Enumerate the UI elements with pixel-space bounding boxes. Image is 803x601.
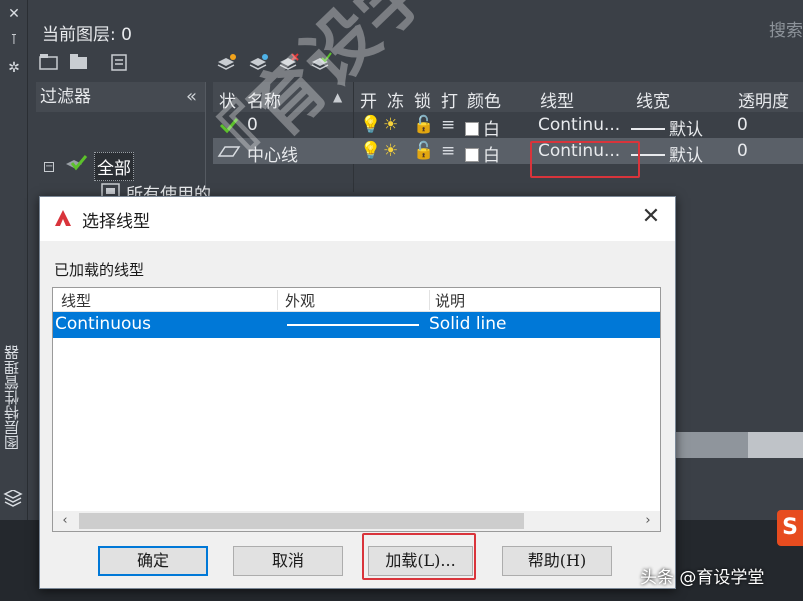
layer-row[interactable]: 0 💡 ☀ 🔓 ≡ 白 Continu... 默认 0 — [213, 112, 803, 140]
col-color[interactable]: 颜色 — [467, 87, 501, 112]
layer-transparency[interactable]: 0 — [737, 115, 748, 135]
autocad-logo-icon — [55, 210, 71, 226]
collapse-filter-button[interactable]: « — [186, 82, 197, 112]
col-name[interactable]: 名称 — [247, 87, 281, 112]
sort-up-icon[interactable]: ▲ — [333, 90, 342, 104]
palette-side-strip: ✕ ⊺ ✲ 图层特性管理器 — [0, 0, 28, 601]
scroll-left-icon[interactable]: ‹ — [55, 511, 75, 531]
scrollbar-thumb[interactable] — [673, 432, 748, 458]
layer-color[interactable]: 白 — [465, 141, 500, 166]
column-divider — [429, 290, 430, 310]
all-layers-filter-icon — [66, 155, 88, 171]
source-credit: 头条 @育设学堂 — [640, 568, 765, 588]
col-lineweight[interactable]: 线宽 — [636, 87, 670, 112]
linetype-list: 线型 外观 说明 Continuous Solid line ‹ › — [52, 287, 661, 532]
dialog-title: 选择线型 — [82, 212, 150, 232]
settings-icon[interactable]: ✲ — [6, 60, 22, 76]
layer-color[interactable]: 白 — [465, 115, 500, 140]
plot-printer-icon[interactable]: ≡ — [441, 141, 455, 161]
col-on[interactable]: 开 — [360, 87, 377, 112]
scrollbar-thumb[interactable] — [79, 513, 524, 529]
load-button-highlight-box — [362, 533, 476, 580]
new-group-filter-icon[interactable] — [68, 52, 90, 72]
new-layer-icon[interactable] — [216, 52, 238, 72]
linetype-name: Continuous — [55, 314, 152, 334]
plot-printer-icon[interactable]: ≡ — [441, 115, 455, 135]
palette-title: 图层特性管理器 — [3, 345, 21, 450]
pin-icon[interactable]: ⊺ — [6, 32, 22, 48]
layer-color-label: 白 — [483, 146, 500, 166]
cancel-button[interactable]: 取消 — [233, 546, 343, 576]
current-layer-label: 当前图层: 0 — [42, 25, 132, 45]
layer-icon — [217, 146, 241, 157]
list-horizontal-scrollbar[interactable]: ‹ › — [53, 511, 660, 531]
ok-button[interactable]: 确定 — [98, 546, 208, 576]
layer-table-header: 状 名称 ▲ 开 冻 锁 打 颜色 线型 线宽 透明度 — [213, 82, 803, 112]
unlock-icon[interactable]: 🔓 — [413, 141, 434, 161]
layer-linetype[interactable]: Continu... — [538, 115, 620, 135]
layer-states-icon[interactable] — [108, 52, 130, 72]
close-icon[interactable]: ✕ — [639, 205, 663, 229]
linetype-description: Solid line — [429, 314, 507, 334]
select-linetype-dialog: 选择线型 ✕ 已加载的线型 线型 外观 说明 Continuous Solid … — [39, 196, 676, 589]
sun-thawed-icon[interactable]: ☀ — [383, 115, 398, 135]
layer-table-scrollbar[interactable] — [673, 432, 803, 458]
col-plot[interactable]: 打 — [441, 87, 458, 112]
col-lock[interactable]: 锁 — [414, 87, 431, 112]
col-transparency[interactable]: 透明度 — [738, 87, 789, 112]
new-property-filter-icon[interactable] — [38, 52, 60, 72]
filter-header: 过滤器 « — [36, 82, 205, 112]
source-logo-icon: S — [777, 510, 803, 546]
list-item[interactable]: Continuous Solid line — [53, 312, 660, 338]
layer-table: 状 名称 ▲ 开 冻 锁 打 颜色 线型 线宽 透明度 0 💡 ☀ 🔓 ≡ 白 … — [213, 82, 803, 192]
layer-transparency[interactable]: 0 — [737, 141, 748, 161]
lightbulb-on-icon[interactable]: 💡 — [360, 141, 381, 161]
layer-lineweight[interactable]: 默认 — [631, 141, 703, 166]
layers-icon — [3, 490, 23, 507]
delete-layer-icon[interactable] — [278, 52, 300, 72]
tree-collapse-toggle[interactable]: − — [44, 162, 54, 172]
layer-lineweight-label: 默认 — [669, 146, 703, 166]
list-header: 线型 外观 说明 — [53, 288, 660, 312]
help-button[interactable]: 帮助(H) — [502, 546, 612, 576]
filter-header-label: 过滤器 — [40, 87, 91, 107]
sun-thawed-icon[interactable]: ☀ — [383, 141, 398, 161]
layer-row-selected[interactable]: 中心线 💡 ☀ 🔓 ≡ 白 Continu... 默认 0 — [213, 138, 803, 166]
col-linetype[interactable]: 线型 — [61, 290, 91, 311]
layer-lineweight-label: 默认 — [669, 120, 703, 140]
layer-lineweight[interactable]: 默认 — [631, 115, 703, 140]
col-appearance[interactable]: 外观 — [285, 290, 315, 311]
linetype-highlight-box — [530, 141, 640, 178]
close-icon[interactable]: ✕ — [6, 6, 22, 22]
search-layers-input[interactable]: 搜索 — [769, 16, 803, 41]
col-status[interactable]: 状 — [219, 87, 236, 112]
col-description[interactable]: 说明 — [435, 290, 465, 311]
col-linetype[interactable]: 线型 — [540, 87, 574, 112]
lightbulb-on-icon[interactable]: 💡 — [360, 115, 381, 135]
unlock-icon[interactable]: 🔓 — [413, 115, 434, 135]
loaded-linetypes-label: 已加载的线型 — [54, 261, 145, 279]
tree-item-all[interactable]: 全部 — [94, 152, 134, 181]
layer-name[interactable]: 中心线 — [247, 141, 298, 166]
set-current-icon[interactable] — [310, 52, 332, 72]
layer-name[interactable]: 0 — [247, 115, 258, 135]
dialog-titlebar: 选择线型 ✕ — [40, 197, 675, 241]
scroll-right-icon[interactable]: › — [638, 511, 658, 531]
new-layer-vp-frozen-icon[interactable] — [248, 52, 270, 72]
layer-color-label: 白 — [483, 120, 500, 140]
current-layer-check-icon — [219, 118, 239, 134]
col-freeze[interactable]: 冻 — [387, 87, 404, 112]
linetype-preview — [287, 324, 419, 326]
column-divider — [277, 290, 278, 310]
